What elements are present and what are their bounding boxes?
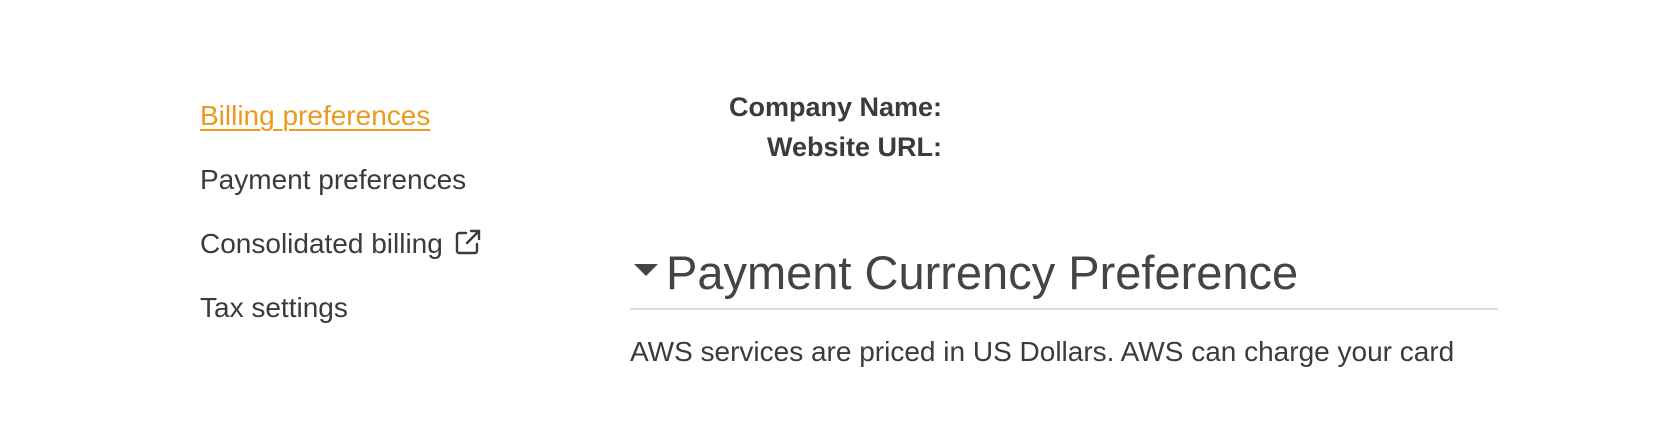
sidebar-item-label: Consolidated billing — [200, 228, 443, 259]
company-name-label: Company Name: — [728, 92, 942, 122]
sidebar-nav: Billing preferences Payment preferences … — [200, 84, 580, 340]
sidebar-item-payment-preferences[interactable]: Payment preferences — [200, 148, 580, 212]
sidebar-item-consolidated-billing[interactable]: Consolidated billing — [200, 212, 580, 276]
section-title[interactable]: Payment Currency Preference — [666, 244, 1298, 302]
section-description: AWS services are priced in US Dollars. A… — [630, 336, 1455, 367]
sidebar-item-billing-preferences[interactable]: Billing preferences — [200, 84, 580, 148]
website-url-label: Website URL: — [766, 132, 942, 162]
external-link-icon — [453, 227, 483, 257]
caret-down-icon[interactable] — [634, 264, 658, 276]
sidebar-item-tax-settings[interactable]: Tax settings — [200, 276, 580, 340]
clipped-text-row — [765, 70, 1015, 78]
payment-currency-section-header: Payment Currency Preference — [630, 246, 1498, 310]
